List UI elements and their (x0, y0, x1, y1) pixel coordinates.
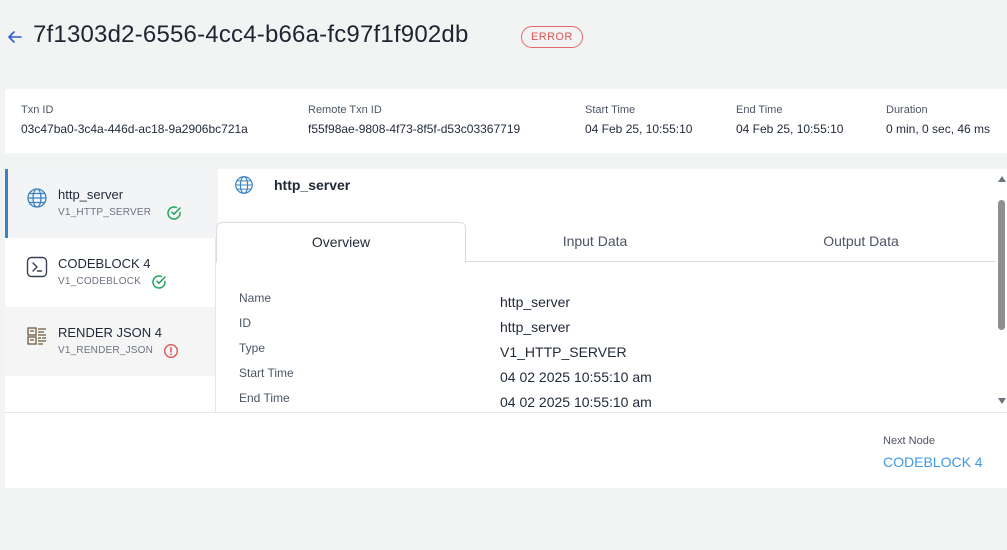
next-node-label: Next Node (883, 435, 935, 447)
node-content-title: http_server (274, 177, 351, 193)
node-list: http_server V1_HTTP_SERVER CODEBLOCK 4 V… (5, 169, 218, 412)
summary-value: 04 Feb 25, 10:55:10 (585, 122, 693, 136)
page-title: 7f1303d2-6556-4cc4-b66a-fc97f1f902db (33, 21, 469, 48)
detail-value: http_server (500, 319, 571, 335)
tab-overview[interactable]: Overview (216, 222, 466, 263)
summary-end-time: End Time 04 Feb 25, 10:55:10 (736, 104, 843, 136)
tab-output-data[interactable]: Output Data (726, 222, 996, 261)
error-alert-icon (163, 343, 179, 359)
summary-label: Txn ID (21, 104, 54, 116)
scroll-thumb[interactable] (998, 200, 1005, 330)
node-title: RENDER JSON 4 (58, 325, 163, 340)
globe-icon (235, 176, 253, 194)
summary-value: 04 Feb 25, 10:55:10 (736, 122, 844, 136)
status-badge: ERROR (521, 26, 583, 48)
node-title: CODEBLOCK 4 (58, 256, 151, 271)
transaction-summary: Txn ID 03c47ba0-3c4a-446d-ac18-9a2906bc7… (5, 89, 1007, 153)
detail-label: End Time (239, 391, 290, 405)
node-content: http_server Overview Input Data Output D… (216, 169, 996, 412)
summary-start-time: Start Time 04 Feb 25, 10:55:10 (585, 104, 692, 136)
terminal-icon (26, 256, 48, 278)
node-detail-panel: http_server V1_HTTP_SERVER CODEBLOCK 4 V… (5, 169, 1007, 412)
detail-value: V1_HTTP_SERVER (500, 344, 627, 360)
node-title: http_server (58, 187, 124, 202)
globe-icon (27, 188, 47, 208)
vertical-scrollbar[interactable] (996, 169, 1007, 412)
detail-label: Type (239, 341, 266, 355)
summary-label: Duration (886, 104, 928, 116)
detail-label: Name (239, 291, 272, 305)
detail-value: http_server (500, 294, 571, 310)
tab-input-data[interactable]: Input Data (466, 222, 724, 261)
detail-row: End Time 04 02 2025 10:55:10 am (216, 391, 996, 412)
summary-label: Start Time (585, 104, 636, 116)
node-type: V1_RENDER_JSON (58, 345, 154, 356)
detail-label: Start Time (239, 366, 294, 380)
success-check-icon (152, 275, 166, 289)
node-type: V1_CODEBLOCK (58, 276, 141, 287)
summary-value: 0 min, 0 sec, 46 ms (886, 122, 991, 136)
detail-row: Start Time 04 02 2025 10:55:10 am (216, 366, 996, 391)
summary-label: End Time (736, 104, 783, 116)
summary-value: f55f98ae-9808-4f73-8f5f-d53c03367719 (308, 122, 521, 136)
summary-label: Remote Txn ID (308, 104, 382, 116)
node-item-render-json-4[interactable]: RENDER JSON 4 V1_RENDER_JSON (5, 307, 215, 376)
scroll-down-arrow-icon[interactable] (998, 398, 1006, 404)
scroll-up-arrow-icon[interactable] (998, 176, 1006, 182)
node-item-http-server[interactable]: http_server V1_HTTP_SERVER (5, 169, 218, 238)
detail-row: Name http_server (216, 291, 996, 316)
detail-value: 04 02 2025 10:55:10 am (500, 369, 652, 385)
summary-remote-txn-id: Remote Txn ID f55f98ae-9808-4f73-8f5f-d5… (308, 104, 520, 136)
render-json-icon (27, 327, 46, 345)
summary-txn-id: Txn ID 03c47ba0-3c4a-446d-ac18-9a2906bc7… (21, 104, 248, 136)
next-node-footer: Next Node CODEBLOCK 4 (5, 412, 1007, 488)
node-item-codeblock-4[interactable]: CODEBLOCK 4 V1_CODEBLOCK (5, 238, 215, 307)
success-check-icon (167, 206, 181, 220)
summary-duration: Duration 0 min, 0 sec, 46 ms (886, 104, 990, 136)
detail-label: ID (239, 316, 251, 330)
next-node-link[interactable]: CODEBLOCK 4 (883, 454, 983, 470)
summary-value: 03c47ba0-3c4a-446d-ac18-9a2906bc721a (21, 122, 248, 136)
detail-row: ID http_server (216, 316, 996, 341)
tab-bar: Overview Input Data Output Data (216, 222, 996, 263)
node-type: V1_HTTP_SERVER (58, 207, 152, 218)
detail-row: Type V1_HTTP_SERVER (216, 341, 996, 366)
detail-value: 04 02 2025 10:55:10 am (500, 394, 652, 410)
back-arrow-icon[interactable] (6, 26, 24, 48)
